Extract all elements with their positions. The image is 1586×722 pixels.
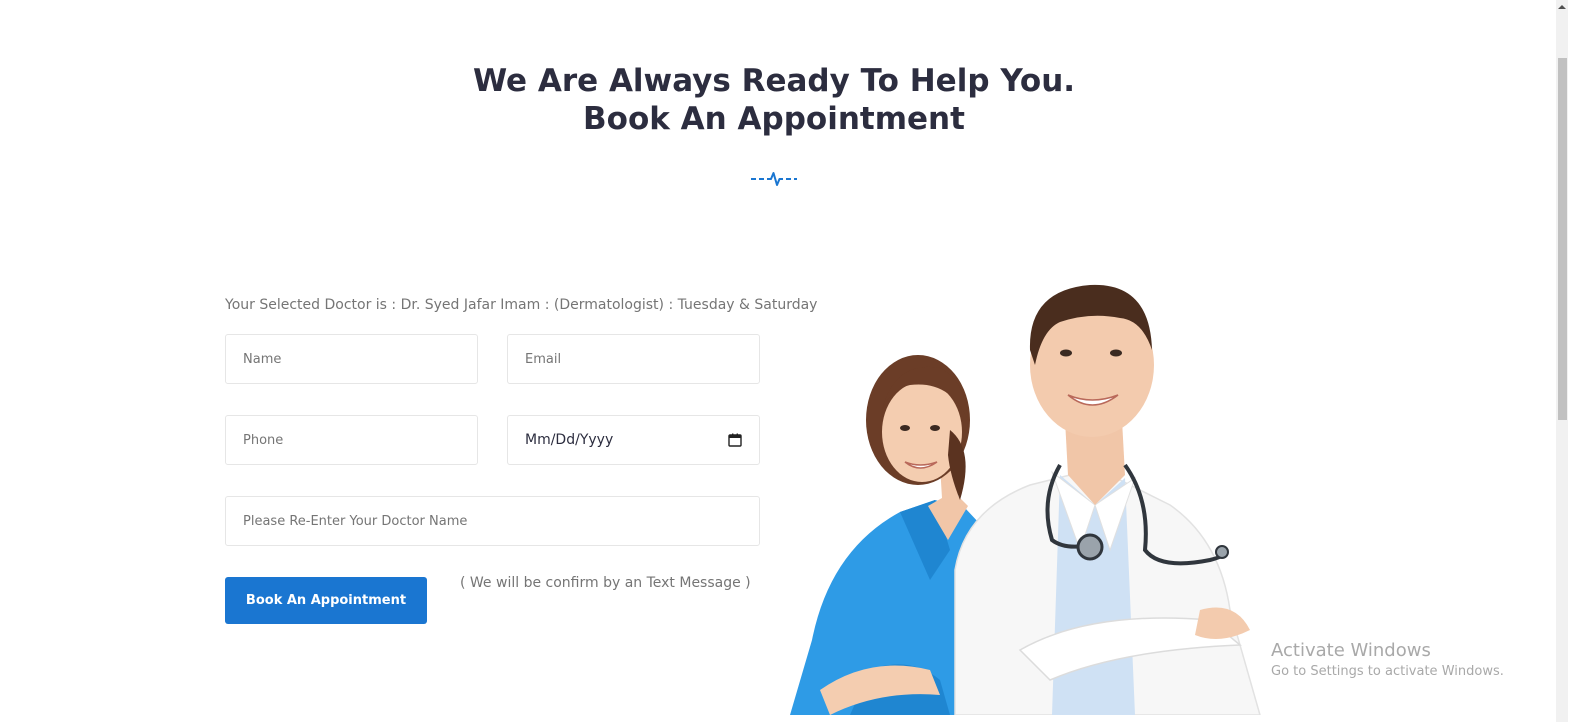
section-heading: We Are Always Ready To Help You. Book An…	[0, 62, 1548, 138]
phone-placeholder: Phone	[243, 432, 284, 448]
selected-doctor-text: Your Selected Doctor is : Dr. Syed Jafar…	[225, 297, 818, 313]
calendar-icon[interactable]	[728, 433, 742, 447]
date-input[interactable]: Mm/Dd/Yyyy	[507, 415, 760, 465]
doctors-image	[790, 284, 1261, 715]
name-placeholder: Name	[243, 351, 282, 367]
email-input[interactable]: Email	[507, 334, 760, 384]
scrollbar-thumb[interactable]	[1558, 58, 1567, 420]
doctor-name-placeholder: Please Re-Enter Your Doctor Name	[243, 513, 468, 529]
scroll-up-arrow-icon[interactable]	[1557, 2, 1567, 12]
phone-input[interactable]: Phone	[225, 415, 478, 465]
email-placeholder: Email	[525, 351, 562, 367]
doctor-name-input[interactable]: Please Re-Enter Your Doctor Name	[225, 496, 760, 546]
confirm-note: ( We will be confirm by an Text Message …	[460, 575, 751, 591]
windows-activation-watermark: Activate Windows Go to Settings to activ…	[1271, 640, 1504, 682]
book-appointment-button[interactable]: Book An Appointment	[225, 577, 427, 624]
activate-subtitle: Go to Settings to activate Windows.	[1271, 664, 1504, 679]
heading-line-2: Book An Appointment	[583, 101, 965, 137]
heartbeat-icon	[751, 172, 797, 186]
date-placeholder: Mm/Dd/Yyyy	[525, 432, 614, 448]
activate-title: Activate Windows	[1271, 640, 1431, 661]
name-input[interactable]: Name	[225, 334, 478, 384]
heading-line-1: We Are Always Ready To Help You.	[472, 63, 1076, 99]
